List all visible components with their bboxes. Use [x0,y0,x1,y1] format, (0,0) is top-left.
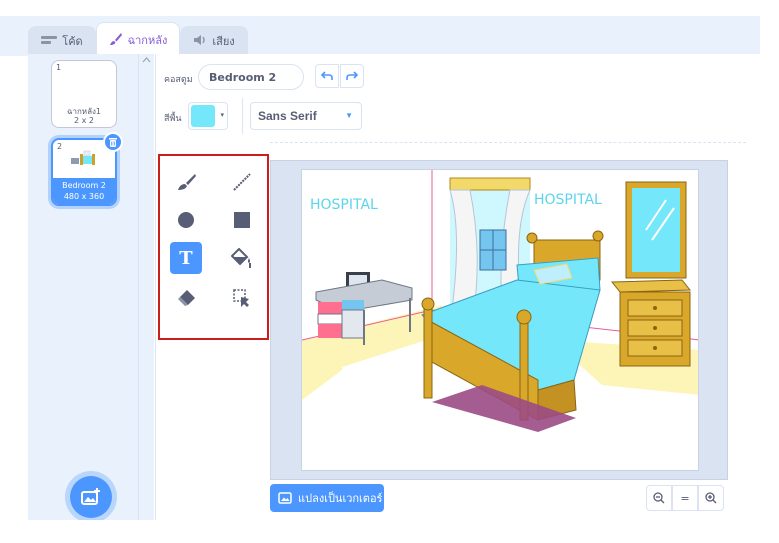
costume-list: 1 ฉากหลัง1 2 x 2 2 Bedroom 2 480 x 360 [28,54,138,520]
font-select-value: Sans Serif [258,109,317,123]
costume-size: 2 x 2 [74,116,94,125]
hospital-sign-left: HOSPITAL [310,197,378,213]
zoom-out-icon [653,492,665,504]
eraser-icon [178,290,195,306]
select-icon [233,289,249,307]
tab-sounds-label: เสียง [212,34,235,48]
scroll-up-icon[interactable] [142,56,151,66]
costume-label: คอสตูม [164,75,193,85]
hospital-sign-right: HOSPITAL [534,192,602,208]
divider [270,142,746,143]
costume-name-input[interactable]: Bedroom 2 [198,64,304,90]
undo-icon [321,71,333,80]
zoom-out-button[interactable] [646,485,672,511]
text-tool[interactable]: T [170,242,202,274]
add-image-icon [81,488,100,505]
tab-sounds[interactable]: เสียง [180,26,248,54]
line-tool[interactable] [226,166,258,198]
zoom-controls: = [646,485,724,511]
zoom-in-icon [705,492,717,504]
zoom-reset-button[interactable]: = [672,485,698,511]
chevron-down-icon: ▼ [345,111,353,120]
code-icon [41,35,58,47]
convert-to-vector-button[interactable]: แปลงเป็นเวกเตอร์ [270,484,384,512]
chevron-down-icon: ▾ [220,111,224,119]
costume-number: 1 [56,63,62,72]
select-tool[interactable] [226,282,258,314]
costume-thumbnail [69,150,99,168]
brush-icon [178,174,196,190]
font-select[interactable]: Sans Serif ▼ [250,102,362,130]
fill-tool[interactable] [226,242,258,274]
line-icon [233,173,251,191]
paint-bucket-icon [231,248,251,268]
undo-button[interactable] [315,64,339,88]
right-margin [747,54,779,520]
costume-number: 2 [57,142,63,151]
divider [242,98,243,134]
trash-icon [109,137,117,147]
brush-tool[interactable] [170,166,202,198]
costume-item-1[interactable]: 1 ฉากหลัง1 2 x 2 [51,60,117,128]
tab-backdrops[interactable]: ฉากหลัง [96,22,180,56]
paint-canvas[interactable]: HOSPITAL HOSPITAL [301,169,699,471]
rectangle-tool[interactable] [226,204,258,236]
delete-costume-button[interactable] [103,132,123,152]
fill-label: สีพื้น [164,114,182,124]
tab-code[interactable]: โค้ด [28,26,96,54]
tab-backdrops-label: ฉากหลัง [127,33,168,47]
rectangle-icon [234,212,250,228]
speaker-icon [193,34,207,48]
circle-icon [178,212,194,228]
tool-palette: T [158,154,269,340]
brush-icon [109,32,123,48]
image-icon [278,492,292,504]
redo-button[interactable] [340,64,364,88]
costume-item-2[interactable]: 2 Bedroom 2 480 x 360 [51,132,123,206]
eraser-tool[interactable] [170,282,202,314]
convert-to-vector-label: แปลงเป็นเวกเตอร์ [298,492,383,505]
bedroom-backdrop-image: HOSPITAL HOSPITAL [302,170,698,470]
fill-color-picker[interactable]: ▾ [188,102,228,130]
zoom-reset-label: = [680,491,690,505]
costume-name: Bedroom 2 [62,181,106,190]
costume-size: 480 x 360 [63,192,105,201]
add-backdrop-button[interactable] [70,476,112,518]
svg-text:T: T [179,248,193,268]
redo-icon [346,71,358,80]
tab-code-label: โค้ด [62,34,83,48]
canvas-area: HOSPITAL HOSPITAL [270,160,728,480]
circle-tool[interactable] [170,204,202,236]
bottom-margin [0,520,779,543]
fill-color-swatch [191,105,215,127]
text-icon: T [179,248,193,268]
zoom-in-button[interactable] [698,485,724,511]
sidebar-scrollbar[interactable] [138,54,154,520]
